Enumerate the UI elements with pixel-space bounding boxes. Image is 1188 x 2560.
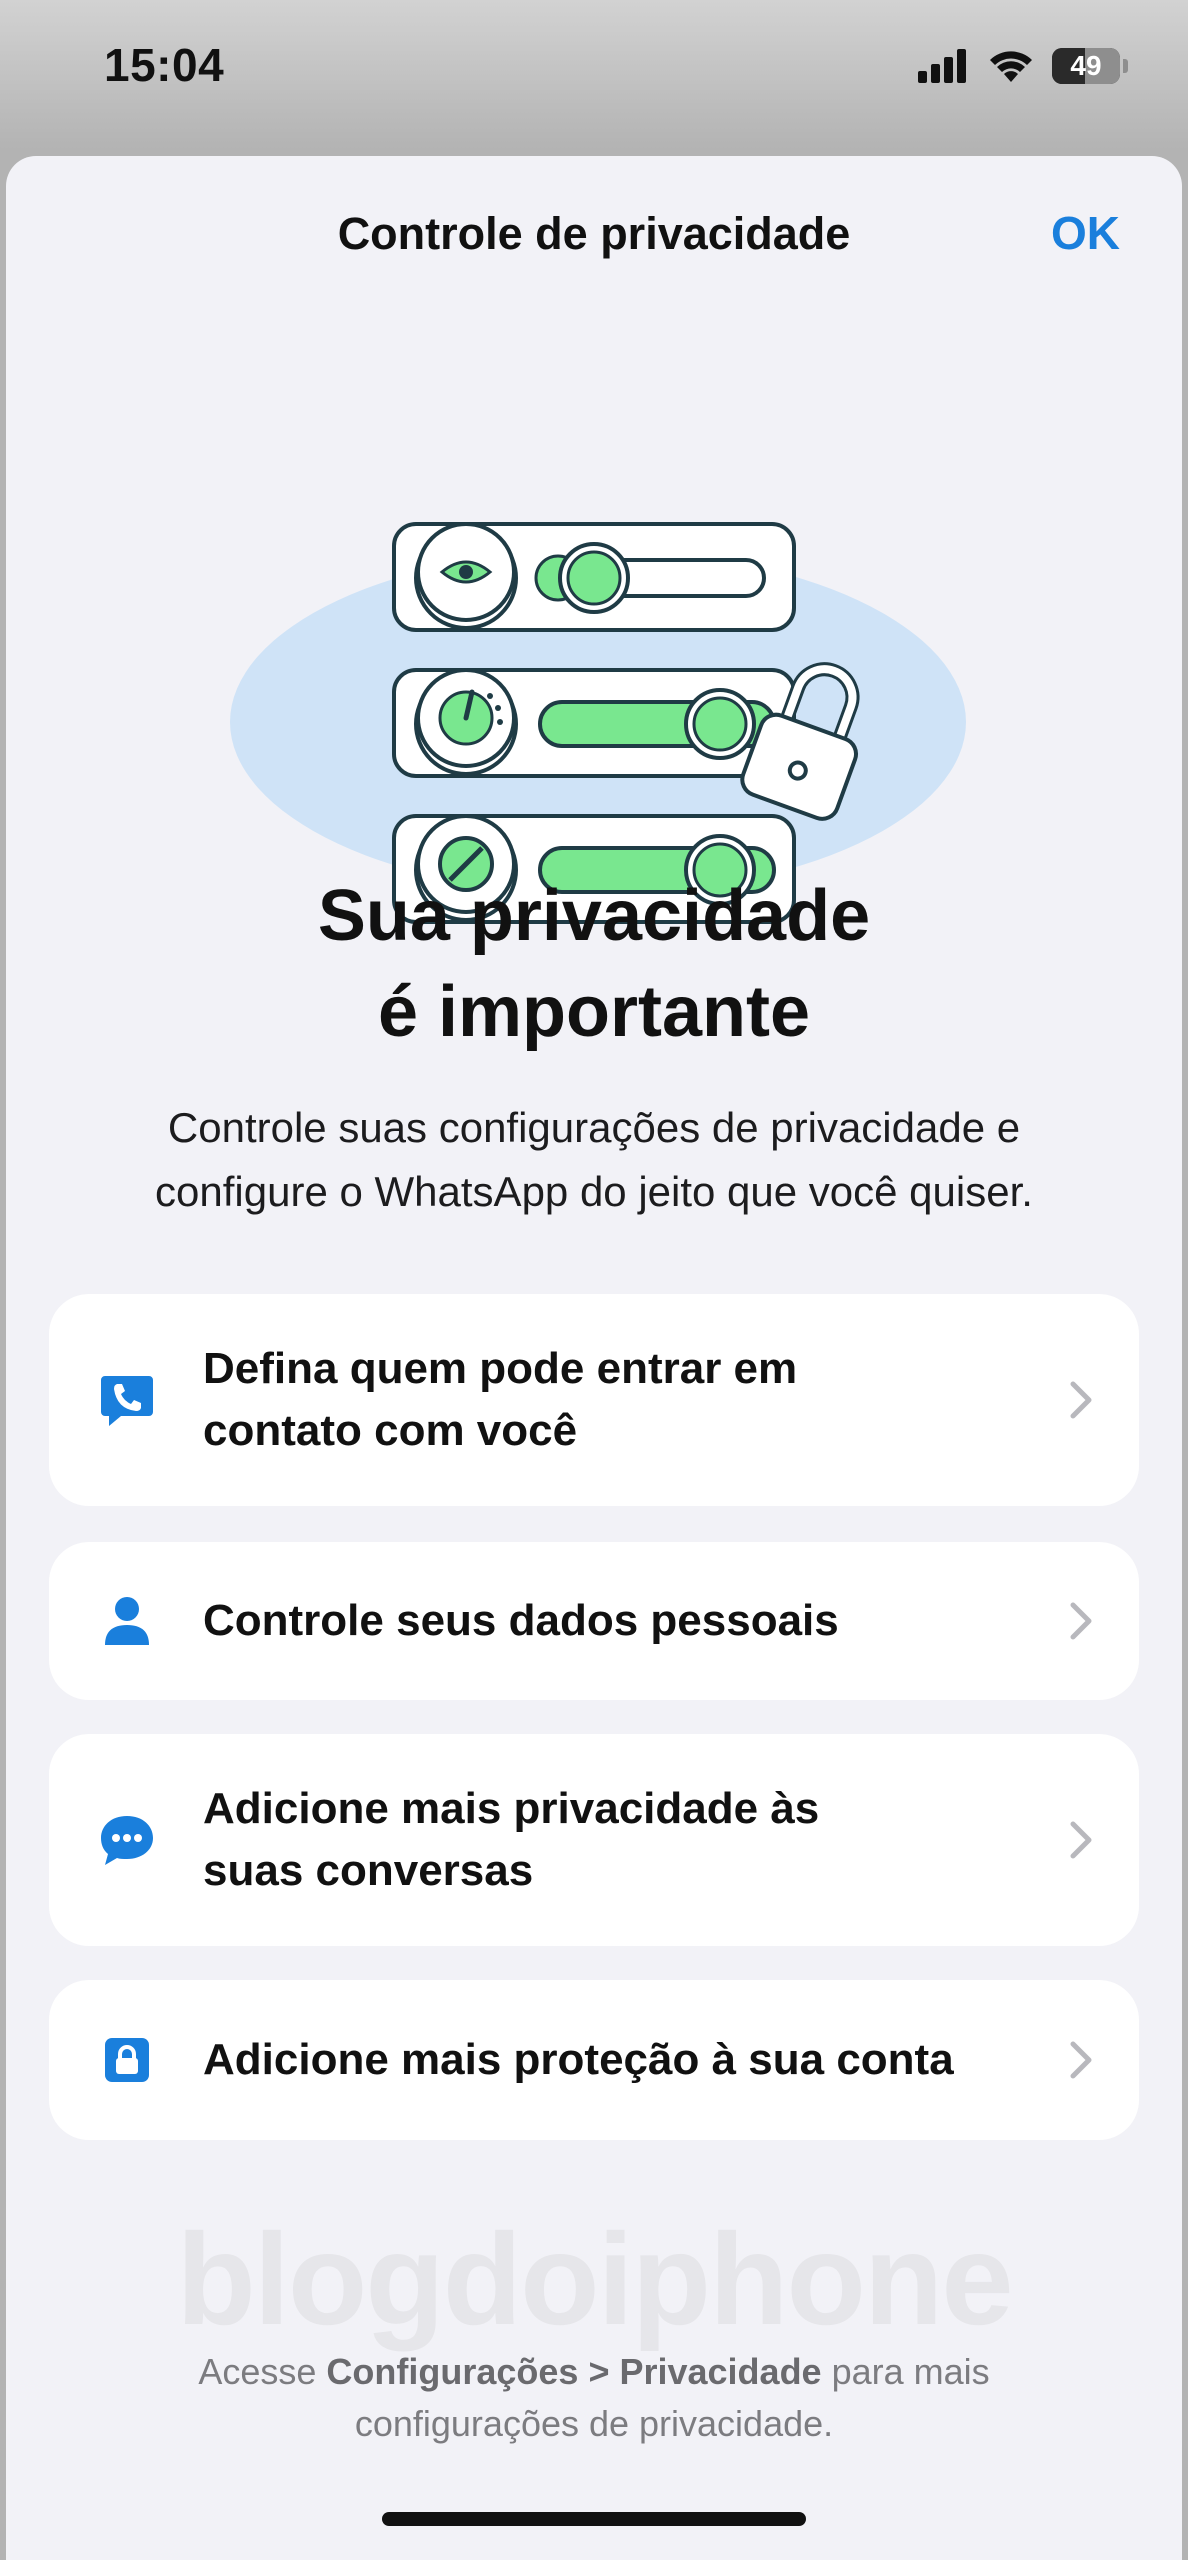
chevron-right-icon bbox=[1070, 1381, 1092, 1419]
option-account[interactable]: Adicione mais proteção à sua conta bbox=[49, 1980, 1139, 2140]
option-personal-data-label: Controle seus dados pessoais bbox=[203, 1596, 839, 1645]
privacy-checkup-sheet: Controle de privacidade OK Sua privacida… bbox=[6, 156, 1182, 2560]
person-icon bbox=[105, 1597, 149, 1645]
wifi-icon bbox=[990, 51, 1032, 82]
option-chats-line-1: Adicione mais privacidade às bbox=[203, 1784, 820, 1833]
subtitle: Controle suas configurações de privacida… bbox=[66, 1096, 1122, 1224]
lock-icon bbox=[105, 2038, 149, 2082]
option-account-label: Adicione mais proteção à sua conta bbox=[203, 2035, 954, 2084]
home-indicator bbox=[382, 2512, 806, 2526]
headline: Sua privacidade é importante bbox=[6, 868, 1182, 1060]
chat-bubble-icon bbox=[101, 1816, 153, 1865]
footnote-suffix: para mais bbox=[821, 2351, 990, 2392]
option-chats-label: Adicione mais privacidade às suas conver… bbox=[203, 1778, 1029, 1902]
status-time: 15:04 bbox=[104, 39, 225, 91]
subtitle-line-2: configure o WhatsApp do jeito que você q… bbox=[155, 1168, 1033, 1215]
footnote: Acesse Configurações > Privacidade para … bbox=[106, 2346, 1082, 2450]
footnote-privacy-link: Privacidade bbox=[619, 2351, 822, 2392]
option-personal-data[interactable]: Controle seus dados pessoais bbox=[49, 1542, 1139, 1700]
option-contact-label: Defina quem pode entrar em contato com v… bbox=[203, 1338, 1029, 1462]
footnote-separator: > bbox=[578, 2351, 620, 2392]
status-bar: 15:04 49 bbox=[0, 0, 1188, 150]
chevron-right-icon bbox=[1070, 2041, 1092, 2079]
footnote-line-2: configurações de privacidade. bbox=[354, 2403, 834, 2444]
option-contact[interactable]: Defina quem pode entrar em contato com v… bbox=[49, 1294, 1139, 1506]
footnote-prefix: Acesse bbox=[198, 2351, 327, 2392]
ok-button[interactable]: OK bbox=[1051, 206, 1120, 260]
footnote-settings-link: Configurações bbox=[326, 2351, 579, 2392]
privacy-controls-illustration bbox=[230, 522, 966, 924]
footnote-line-1: Acesse Configurações > Privacidade para … bbox=[106, 2346, 1082, 2398]
battery-level: 49 bbox=[1070, 50, 1102, 81]
option-chats-line-2: suas conversas bbox=[203, 1846, 534, 1895]
cellular-signal-icon bbox=[918, 49, 966, 83]
headline-line-2: é importante bbox=[377, 972, 811, 1052]
option-contact-line-2: contato com você bbox=[203, 1406, 578, 1455]
eye-toggle-illustration bbox=[392, 522, 796, 632]
headline-line-1: Sua privacidade bbox=[317, 876, 871, 956]
option-contact-line-1: Defina quem pode entrar em bbox=[203, 1344, 798, 1393]
status-icons: 49 bbox=[918, 44, 1128, 88]
chevron-right-icon bbox=[1070, 1821, 1092, 1859]
chevron-right-icon bbox=[1070, 1602, 1092, 1640]
battery-icon: 49 bbox=[1052, 48, 1120, 84]
battery-tip bbox=[1123, 59, 1128, 73]
sheet-title: Controle de privacidade bbox=[337, 208, 851, 259]
option-chats[interactable]: Adicione mais privacidade às suas conver… bbox=[49, 1734, 1139, 1946]
watermark: blogdoiphone bbox=[176, 2206, 1013, 2352]
subtitle-line-1: Controle suas configurações de privacida… bbox=[167, 1104, 1021, 1151]
phone-bubble-icon bbox=[101, 1376, 153, 1426]
